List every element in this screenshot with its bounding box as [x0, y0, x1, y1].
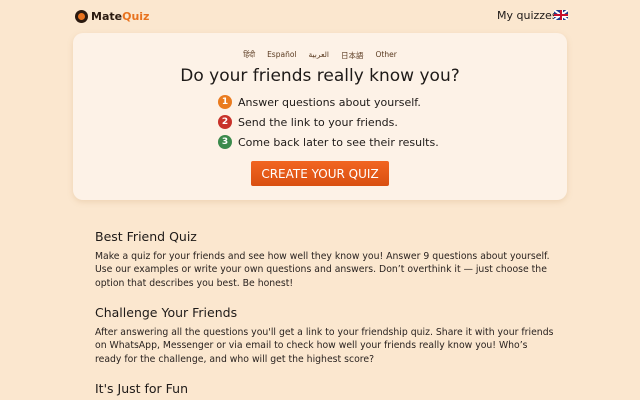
lang-link-hindi[interactable]: हिंदी — [243, 50, 255, 61]
step-item: 2 Send the link to your friends. — [218, 115, 439, 129]
steps-list: 1 Answer questions about yourself. 2 Sen… — [218, 95, 439, 155]
header: Mate Quiz My quizzes — [0, 0, 640, 32]
logo-text-mate: Mate — [91, 9, 123, 23]
page-title: Do your friends really know you? — [180, 66, 460, 86]
step-text: Answer questions about yourself. — [238, 95, 421, 109]
section-body: Make a quiz for your friends and see how… — [95, 251, 550, 289]
step-item: 1 Answer questions about yourself. — [218, 95, 439, 109]
section-challenge-friends: Challenge Your Friends After answering a… — [95, 305, 555, 366]
create-quiz-button[interactable]: CREATE YOUR QUIZ — [251, 161, 389, 186]
step-number-badge: 1 — [218, 95, 232, 109]
logo-icon — [75, 9, 88, 23]
step-text: Send the link to your friends. — [238, 115, 398, 129]
step-text: Come back later to see their results. — [238, 135, 439, 149]
step-number-badge: 2 — [218, 115, 232, 129]
language-links: हिंदी Español العربية 日本語 Other — [0, 50, 640, 61]
section-title: Challenge Your Friends — [95, 305, 238, 320]
uk-flag-icon[interactable] — [554, 10, 568, 20]
section-best-friend-quiz: Best Friend Quiz Make a quiz for your fr… — [95, 229, 555, 290]
step-number-badge: 3 — [218, 135, 232, 149]
lang-link-japanese[interactable]: 日本語 — [341, 50, 364, 61]
lang-link-arabic[interactable]: العربية — [309, 50, 330, 61]
my-quizzes-link[interactable]: My quizzes — [497, 9, 558, 22]
step-item: 3 Come back later to see their results. — [218, 135, 439, 149]
lang-link-spanish[interactable]: Español — [267, 50, 296, 61]
lang-link-other[interactable]: Other — [376, 50, 397, 61]
section-title: It's Just for Fun — [95, 381, 189, 396]
section-title: Best Friend Quiz — [95, 229, 197, 244]
section-body: After answering all the questions you'll… — [95, 327, 554, 365]
logo[interactable]: Mate Quiz — [75, 8, 149, 24]
logo-text-quiz: Quiz — [122, 9, 150, 23]
section-just-for-fun: It's Just for Fun — [95, 381, 555, 400]
